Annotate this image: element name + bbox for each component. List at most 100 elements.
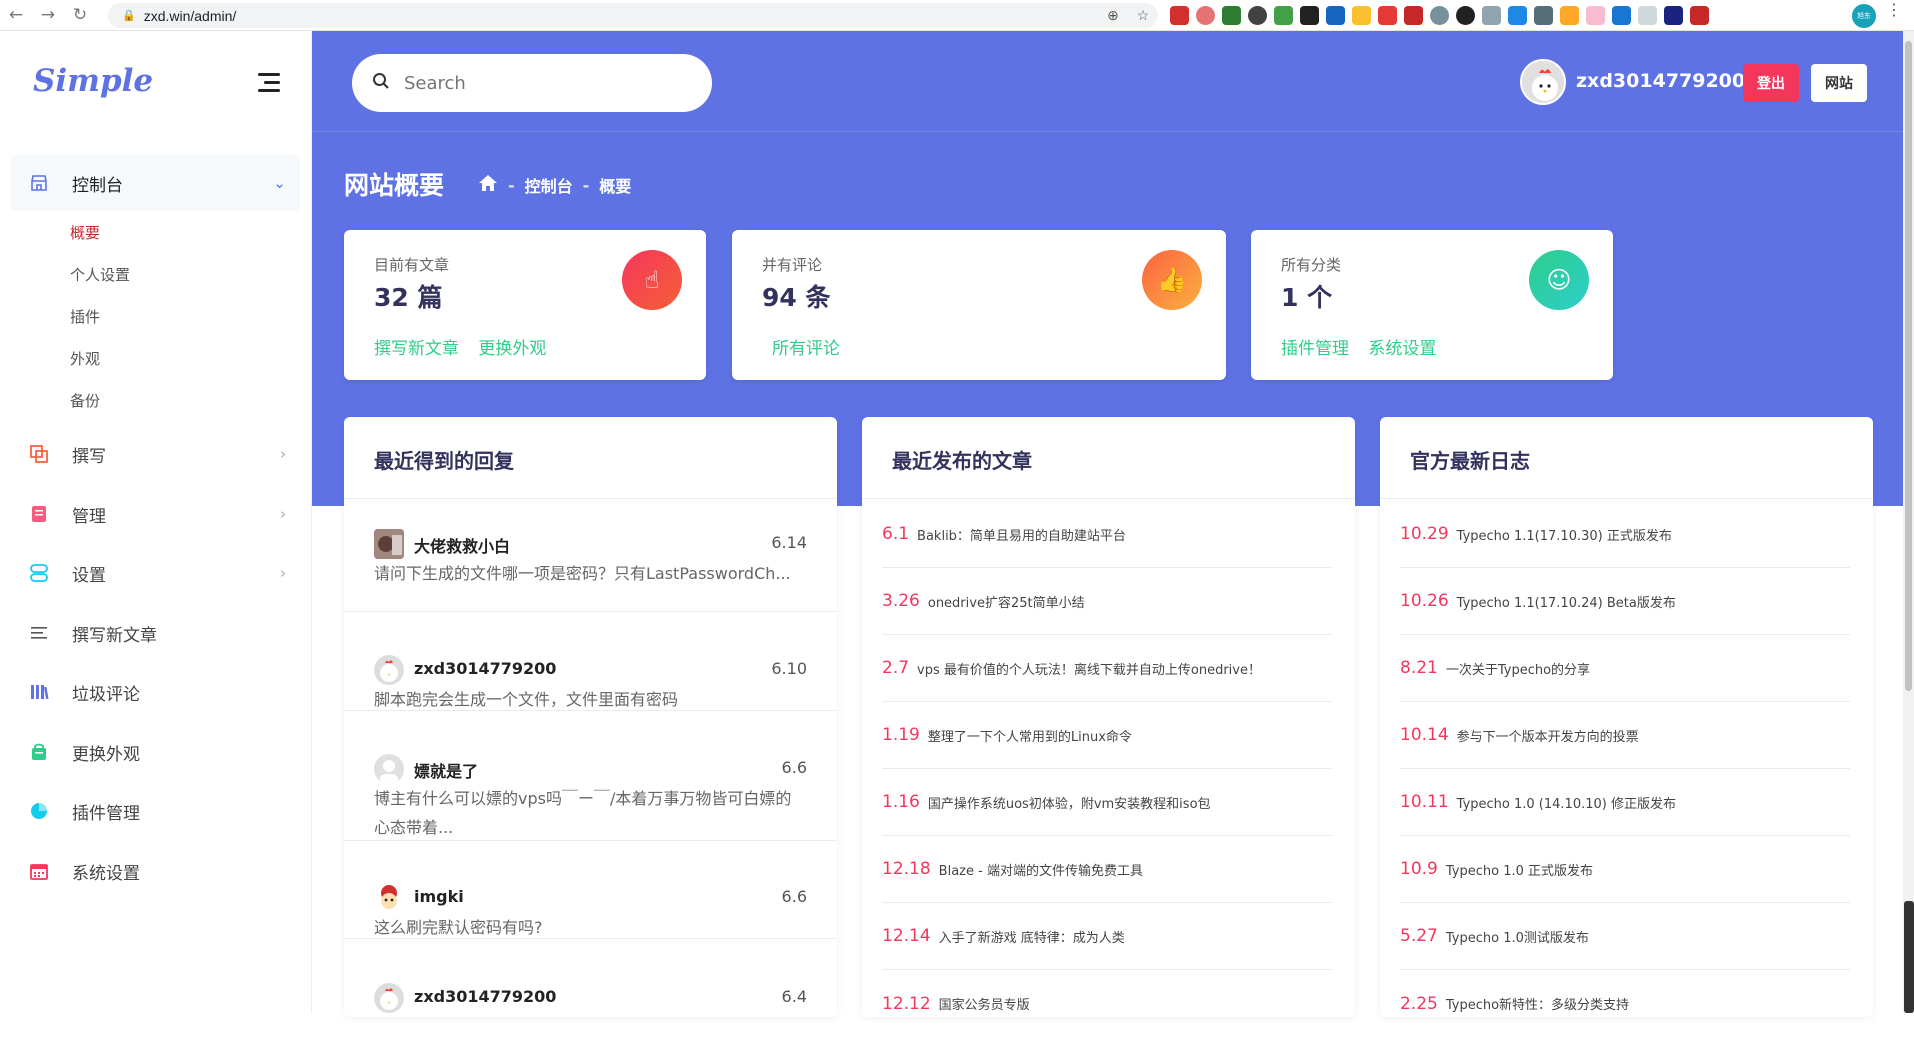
- search-box[interactable]: [352, 54, 712, 112]
- extension-icon[interactable]: [1352, 6, 1371, 25]
- sidebar-subitem-overview[interactable]: 概要: [70, 222, 100, 243]
- write-post-link[interactable]: 撰写新文章: [374, 339, 459, 359]
- browser-profile-avatar[interactable]: 旭东: [1852, 4, 1876, 28]
- site-button[interactable]: 网站: [1811, 64, 1867, 102]
- system-settings-link[interactable]: 系统设置: [1368, 339, 1436, 359]
- change-theme-link[interactable]: 更换外观: [478, 339, 546, 359]
- all-comments-link[interactable]: 所有评论: [772, 339, 840, 359]
- browser-menu-icon[interactable]: ⋮: [1886, 2, 1902, 18]
- list-item[interactable]: 嫖就是了 6.6 博主有什么可以嫖的vps吗￣ー￣/本着万事万物皆可白嫖的心态带…: [344, 754, 837, 841]
- extension-icon[interactable]: [1404, 6, 1423, 25]
- list-item[interactable]: 8.21 一次关于Typecho的分享: [1400, 635, 1850, 702]
- list-item[interactable]: 12.12 国家公务员专版: [882, 970, 1332, 1037]
- list-item[interactable]: 5.27 Typecho 1.0测试版发布: [1400, 903, 1850, 970]
- username[interactable]: zxd3014779200: [1576, 70, 1745, 92]
- extension-icon[interactable]: [1326, 6, 1345, 25]
- extension-icon[interactable]: [1586, 6, 1605, 25]
- list-item[interactable]: 10.14 参与下一个版本开发方向的投票: [1400, 702, 1850, 769]
- extension-icon[interactable]: [1560, 6, 1579, 25]
- list-item[interactable]: 10.9 Typecho 1.0 正式版发布: [1400, 836, 1850, 903]
- list-item[interactable]: imgki 6.6 这么刷完默认密码有吗?: [344, 883, 837, 939]
- home-icon[interactable]: [478, 174, 498, 196]
- sidebar-item-appearance[interactable]: 更换外观: [10, 724, 300, 780]
- sidebar-item-plugin-manage[interactable]: 插件管理: [10, 783, 300, 839]
- list-item[interactable]: 10.26 Typecho 1.1(17.10.24) Beta版发布: [1400, 568, 1850, 635]
- reload-icon[interactable]: ↻: [64, 5, 96, 25]
- url-text: zxd.win/admin/: [143, 7, 237, 24]
- stat-value: 1 个: [1281, 283, 1333, 312]
- reply-date: 6.6: [781, 887, 807, 906]
- list-item[interactable]: 10.29 Typecho 1.1(17.10.30) 正式版发布: [1400, 501, 1850, 568]
- list-item[interactable]: 12.18 Blaze - 端对端的文件传输免费工具: [882, 836, 1332, 903]
- list-item[interactable]: zxd3014779200 6.10 脚本跑完会生成一个文件，文件里面有密码: [344, 655, 837, 711]
- extension-icon[interactable]: [1248, 6, 1267, 25]
- copy-icon: [28, 443, 50, 465]
- avatar: [374, 754, 404, 784]
- sidebar-item-label: 管理: [72, 506, 106, 527]
- logout-button[interactable]: 登出: [1743, 64, 1799, 102]
- list-item[interactable]: 10.11 Typecho 1.0 (14.10.10) 修正版发布: [1400, 769, 1850, 836]
- list-item[interactable]: 12.14 入手了新游戏 底特律：成为人类: [882, 903, 1332, 970]
- list-item[interactable]: 6.1 Baklib：简单且易用的自助建站平台: [882, 501, 1332, 568]
- sidebar-item-manage[interactable]: 管理 ›: [10, 486, 300, 542]
- post-date: 12.14: [882, 926, 931, 946]
- breadcrumb-separator: -: [508, 175, 515, 195]
- sidebar-item-spam[interactable]: 垃圾评论: [10, 664, 300, 720]
- extension-icon[interactable]: [1222, 6, 1241, 25]
- calendar-icon: [28, 860, 50, 882]
- log-title: Typecho 1.1(17.10.30) 正式版发布: [1456, 528, 1672, 544]
- search-input[interactable]: [404, 72, 664, 94]
- extension-icon[interactable]: [1170, 6, 1189, 25]
- menu-toggle-icon[interactable]: [258, 73, 280, 97]
- sidebar-subitem-backup[interactable]: 备份: [70, 390, 100, 411]
- sidebar-subitem-profile[interactable]: 个人设置: [70, 264, 130, 285]
- list-item[interactable]: 2.7 vps 最有价值的个人玩法！离线下载并自动上传onedrive！: [882, 635, 1332, 702]
- scrollbar-handle[interactable]: [1904, 901, 1914, 1013]
- extension-icon[interactable]: [1196, 6, 1215, 25]
- extension-icon[interactable]: [1430, 6, 1449, 25]
- settings-grid-icon: [28, 562, 50, 584]
- sidebar-item-new-post[interactable]: 撰写新文章: [10, 605, 300, 661]
- extension-icon[interactable]: [1274, 6, 1293, 25]
- extension-icon[interactable]: [1638, 6, 1657, 25]
- sidebar-item-system-settings[interactable]: 系统设置: [10, 843, 300, 899]
- sidebar-subitem-plugins[interactable]: 插件: [70, 306, 100, 327]
- sidebar-item-dashboard[interactable]: 控制台 ⌄: [10, 155, 300, 211]
- sidebar-item-label: 控制台: [72, 175, 123, 196]
- bookmark-star-icon[interactable]: ☆: [1128, 7, 1158, 24]
- extension-icon[interactable]: [1664, 6, 1683, 25]
- extension-icon[interactable]: [1508, 6, 1527, 25]
- list-item[interactable]: 3.26 onedrive扩容25t简单小结: [882, 568, 1332, 635]
- extension-icon[interactable]: [1378, 6, 1397, 25]
- forward-icon[interactable]: →: [32, 5, 64, 25]
- list-item[interactable]: 2.25 Typecho新特性：多级分类支持: [1400, 970, 1850, 1037]
- sidebar-item-write[interactable]: 撰写 ›: [10, 426, 300, 482]
- brand-logo[interactable]: Simple: [33, 63, 153, 99]
- plugin-manage-link[interactable]: 插件管理: [1281, 339, 1349, 359]
- sidebar-item-label: 系统设置: [72, 863, 140, 884]
- scrollbar-thumb[interactable]: [1905, 41, 1912, 691]
- list-item[interactable]: 1.19 整理了一下个人常用到的Linux命令: [882, 702, 1332, 769]
- extension-icon[interactable]: [1300, 6, 1319, 25]
- list-item[interactable]: 大佬救救小白 6.14 请问下生成的文件哪一项是密码？只有LastPasswor…: [344, 529, 837, 612]
- store-icon: [28, 172, 50, 194]
- lines-icon: [28, 622, 50, 644]
- planet-icon: ☺: [1529, 250, 1589, 310]
- extension-icon[interactable]: [1456, 6, 1475, 25]
- zoom-icon[interactable]: ⊕: [1098, 7, 1128, 24]
- extension-icon[interactable]: [1612, 6, 1631, 25]
- log-title: 一次关于Typecho的分享: [1445, 662, 1591, 678]
- chevron-down-icon: ⌄: [273, 174, 286, 192]
- list-item[interactable]: zxd3014779200 6.4: [344, 983, 837, 1023]
- sidebar-item-settings[interactable]: 设置 ›: [10, 545, 300, 601]
- list-item[interactable]: 1.16 国产操作系统uos初体验，附vm安装教程和iso包: [882, 769, 1332, 836]
- extension-icon[interactable]: [1482, 6, 1501, 25]
- back-icon[interactable]: ←: [0, 5, 32, 25]
- sidebar-subitem-appearance[interactable]: 外观: [70, 348, 100, 369]
- page-scrollbar[interactable]: [1903, 31, 1914, 1013]
- breadcrumb-dashboard[interactable]: 控制台: [525, 173, 573, 197]
- avatar[interactable]: [1520, 59, 1566, 105]
- extension-icon[interactable]: [1534, 6, 1553, 25]
- address-bar[interactable]: 🔒 zxd.win/admin/ ⊕ ☆: [108, 3, 1158, 28]
- extension-icon[interactable]: [1690, 6, 1709, 25]
